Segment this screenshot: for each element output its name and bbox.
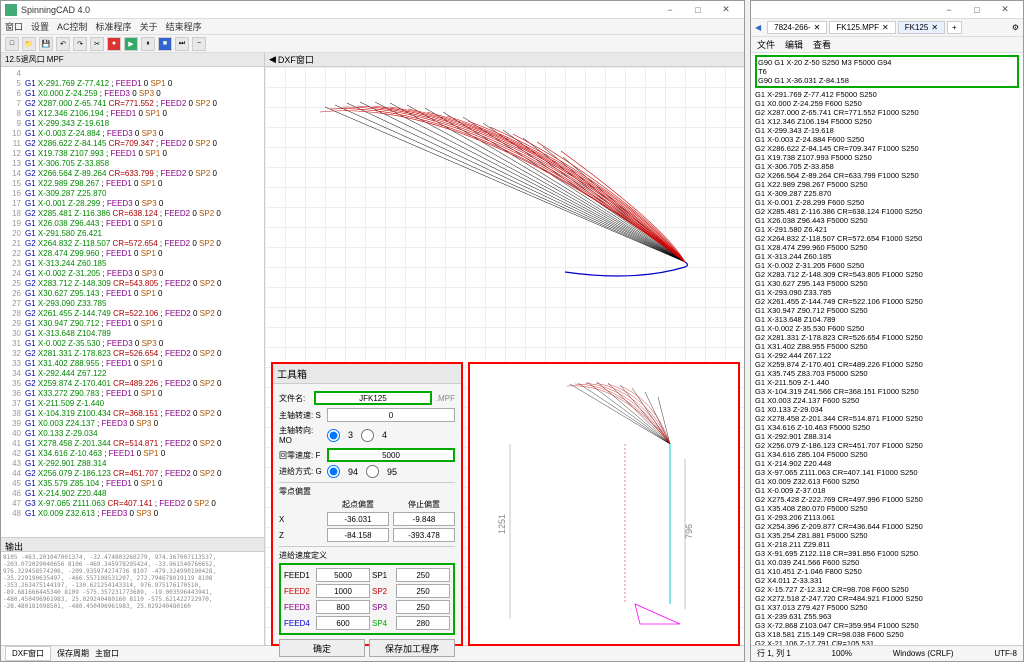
z-label: Z [279, 531, 323, 540]
editor-minimize[interactable]: − [935, 2, 963, 18]
save-program-button[interactable]: 保存加工程序 [369, 639, 455, 657]
editor-statusbar: 行 1, 列 1 100% Windows (CRLF) UTF-8 [751, 645, 1023, 661]
maximize-button[interactable]: □ [684, 2, 712, 18]
tool-save[interactable]: 💾 [39, 37, 53, 51]
status-tab-main[interactable]: 主窗口 [95, 648, 119, 659]
editor-new-tab[interactable]: + [947, 21, 962, 34]
tool-pause[interactable]: ⏸ [141, 37, 155, 51]
editor-tabs: ◀ 7824-266-✕ FK125.MPF✕ FK125✕ + ⚙ [751, 19, 1023, 37]
tab-close-icon[interactable]: ✕ [814, 23, 821, 32]
menu-exit[interactable]: 结束程序 [166, 20, 202, 33]
menubar: 窗口 设置 AC控制 标准程序 关于 结束程序 [1, 19, 744, 35]
editor-body[interactable]: G90 G1 X-20 Z-50 S250 M3 F5000 G94 T6 G9… [751, 53, 1023, 645]
menu-about[interactable]: 关于 [140, 20, 158, 33]
toolbox-panel: 工具箱 文件名: .MPF 主轴转速: S 主轴转向: MO 3 4 回零速度:… [271, 362, 463, 646]
feed-header: 进给速度定义 [279, 546, 455, 561]
ed-menu-file[interactable]: 文件 [757, 38, 775, 51]
toolbox-title: 工具箱 [273, 364, 461, 384]
mo-radio-4[interactable] [361, 429, 374, 442]
text-editor-window: − □ ✕ ◀ 7824-266-✕ FK125.MPF✕ FK125✕ + ⚙… [750, 0, 1024, 662]
preview-panel: 1251 796 [468, 362, 740, 646]
dim-796: 796 [684, 524, 694, 539]
code-tab[interactable]: 12.5退风口 MPF [1, 53, 264, 67]
zero-header: 零点偏置 [279, 482, 455, 497]
editor-close[interactable]: ✕ [991, 2, 1019, 18]
editor-header-block: G90 G1 X-20 Z-50 S250 M3 F5000 G94 T6 G9… [755, 55, 1019, 88]
col-start: 起点偏置 [327, 499, 389, 510]
mo-label: 主轴转向: MO [279, 425, 323, 445]
dxf-close-icon[interactable]: ◀ [269, 54, 276, 65]
col-end: 停止偏置 [393, 499, 455, 510]
close-button[interactable]: ✕ [712, 2, 740, 18]
x-end-input[interactable] [393, 512, 455, 526]
tool-undo[interactable]: ↶ [56, 37, 70, 51]
gcode-editor[interactable]: 45G1 X-291.769 Z-77.412 ; FEED1 0 SP1 06… [1, 67, 264, 537]
editor-maximize[interactable]: □ [963, 2, 991, 18]
tool-redo[interactable]: ↷ [73, 37, 87, 51]
minimize-button[interactable]: − [656, 2, 684, 18]
ed-status-cs: UTF-8 [994, 649, 1017, 658]
editor-tab-1[interactable]: FK125.MPF✕ [829, 21, 895, 34]
app-title: SpinningCAD 4.0 [21, 5, 656, 15]
menu-ac[interactable]: AC控制 [57, 20, 88, 33]
menu-settings[interactable]: 设置 [31, 20, 49, 33]
ed-menu-view[interactable]: 查看 [813, 38, 831, 51]
output-body[interactable]: 8105 -463.201047001374, -32.474803260279… [1, 552, 264, 612]
filename-input[interactable] [314, 391, 432, 405]
tab-close-icon[interactable]: ✕ [931, 23, 938, 32]
dxf-header: ◀ DXF窗口 [265, 53, 744, 67]
x-start-input[interactable] [327, 512, 389, 526]
spindle-input[interactable] [327, 408, 455, 422]
tool-open[interactable]: 📁 [22, 37, 36, 51]
tab-close-icon[interactable]: ✕ [882, 23, 889, 32]
tool-step[interactable]: ⏭ [175, 37, 189, 51]
left-panel: 12.5退风口 MPF 45G1 X-291.769 Z-77.412 ; FE… [1, 53, 265, 645]
toolbar: □ 📁 💾 ↶ ↷ ✂ ● ▶ ⏸ ■ ⏭ ~ [1, 35, 744, 53]
tool-new[interactable]: □ [5, 37, 19, 51]
menu-window[interactable]: 窗口 [5, 20, 23, 33]
dim-1251: 1251 [497, 514, 507, 534]
ed-menu-edit[interactable]: 编辑 [785, 38, 803, 51]
app-icon [5, 4, 17, 16]
tool-stop[interactable]: ■ [158, 37, 172, 51]
output-header: 输出 [1, 538, 264, 552]
preview-drawing: 1251 796 [470, 364, 738, 644]
f-label: 回零速度: F [279, 450, 323, 461]
spindle-label: 主轴转速: S [279, 410, 323, 421]
tool-play[interactable]: ▶ [124, 37, 138, 51]
ed-status-pct: 100% [832, 649, 852, 658]
tool-curve[interactable]: ~ [192, 37, 206, 51]
editor-tab-0[interactable]: 7824-266-✕ [767, 21, 827, 34]
editor-back-icon[interactable]: ◀ [755, 23, 761, 32]
feed-grid: FEED1SP1FEED2SP2FEED3SP3FEED4SP4 [279, 563, 455, 635]
dxf-title: DXF窗口 [278, 53, 314, 66]
ok-button[interactable]: 确定 [279, 639, 365, 657]
toolpath-drawing [265, 67, 740, 397]
z-end-input[interactable] [393, 528, 455, 542]
tool-record[interactable]: ● [107, 37, 121, 51]
z-start-input[interactable] [327, 528, 389, 542]
titlebar: SpinningCAD 4.0 − □ ✕ [1, 1, 744, 19]
g-radio-95[interactable] [366, 465, 379, 478]
menu-std[interactable]: 标准程序 [96, 20, 132, 33]
editor-gear-icon[interactable]: ⚙ [1012, 23, 1019, 32]
ed-status-pos: 行 1, 列 1 [757, 648, 791, 659]
status-tab-dxf[interactable]: DXF窗口 [5, 646, 51, 661]
status-tab-save[interactable]: 保存周期 [57, 648, 89, 659]
file-label: 文件名: [279, 393, 310, 404]
output-panel: 输出 8105 -463.201047001374, -32.474803260… [1, 537, 264, 645]
g-label: 进给方式: G [279, 466, 323, 477]
mo-radio-3[interactable] [327, 429, 340, 442]
tool-cut[interactable]: ✂ [90, 37, 104, 51]
g-radio-94[interactable] [327, 465, 340, 478]
f-input[interactable] [327, 448, 455, 462]
editor-tab-2[interactable]: FK125✕ [898, 21, 945, 34]
x-label: X [279, 515, 323, 524]
editor-menu: 文件 编辑 查看 [751, 37, 1023, 53]
file-ext: .MPF [436, 394, 455, 403]
ed-status-enc: Windows (CRLF) [893, 649, 954, 658]
